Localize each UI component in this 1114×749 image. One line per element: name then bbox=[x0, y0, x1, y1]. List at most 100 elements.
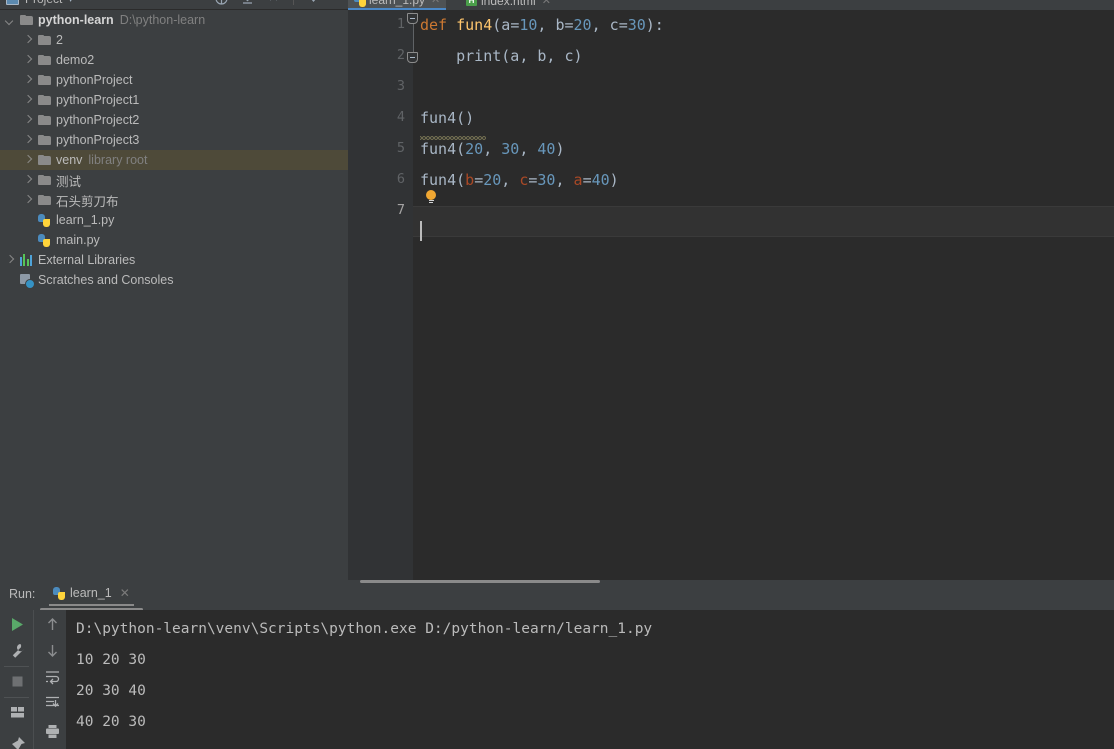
chevron-right-icon[interactable] bbox=[4, 255, 15, 266]
console-line: 10 20 30 bbox=[76, 652, 146, 668]
run-side-toolbar[interactable] bbox=[0, 610, 34, 749]
horizontal-scrollbar[interactable] bbox=[360, 580, 600, 583]
code-token: = bbox=[618, 16, 628, 34]
editor-tab-index[interactable]: H index.html ✕ bbox=[460, 0, 557, 10]
tree-item-scratches-and-consoles[interactable]: Scratches and Consoles bbox=[0, 270, 348, 290]
tree-item-2[interactable]: 2 bbox=[0, 30, 348, 50]
intention-bulb-icon[interactable] bbox=[426, 190, 437, 203]
stop-icon[interactable] bbox=[9, 673, 26, 690]
tree-item-label: main.py bbox=[56, 233, 100, 247]
tree-item-石头剪刀布[interactable]: 石头剪刀布 bbox=[0, 190, 348, 210]
chevron-right-icon[interactable] bbox=[22, 35, 33, 46]
code-text[interactable]: def fun4(a=10, b=20, c=30): print(a, b, … bbox=[420, 10, 1114, 580]
tree-item-venv[interactable]: venv library root bbox=[0, 150, 348, 170]
code-line[interactable]: fun4(b=20, c=30, a=40) bbox=[420, 165, 1114, 196]
run-panel-header: Run: learn_1 ✕ bbox=[0, 580, 1114, 611]
settings-wrench-icon[interactable] bbox=[9, 642, 26, 659]
tree-item-main-py[interactable]: main.py bbox=[0, 230, 348, 250]
folder-icon bbox=[38, 95, 51, 105]
print-icon[interactable] bbox=[44, 723, 61, 740]
code-line[interactable] bbox=[420, 196, 1114, 227]
code-token: print bbox=[456, 47, 502, 65]
run-side-toolbar-secondary[interactable] bbox=[35, 610, 66, 749]
code-line[interactable]: fun4(20, 30, 40) bbox=[420, 134, 1114, 165]
code-token: b bbox=[555, 16, 565, 34]
code-line[interactable] bbox=[420, 72, 1114, 103]
code-token: fun4( bbox=[420, 140, 466, 158]
run-tab-learn_1[interactable]: learn_1 ✕ bbox=[49, 584, 134, 606]
chevron-right-icon[interactable] bbox=[22, 115, 33, 126]
close-icon[interactable]: ✕ bbox=[120, 586, 130, 600]
code-token: a bbox=[501, 16, 511, 34]
folder-icon bbox=[38, 75, 51, 85]
editor-gutter[interactable]: 1 2 3 4 5 6 7 bbox=[348, 10, 413, 580]
layout-icon[interactable] bbox=[9, 704, 26, 721]
tree-item-external-libraries[interactable]: External Libraries bbox=[0, 250, 348, 270]
tree-item-python-learn[interactable]: python-learn D:\python-learn bbox=[0, 10, 348, 30]
console-output[interactable]: D:\python-learn\venv\Scripts\python.exe … bbox=[66, 610, 1114, 749]
soft-wrap-icon[interactable] bbox=[44, 669, 61, 686]
chevron-right-icon[interactable] bbox=[22, 75, 33, 86]
chevron-down-icon[interactable] bbox=[4, 15, 15, 26]
code-token: fun4() bbox=[420, 109, 475, 127]
tree-item-label: venv bbox=[56, 153, 83, 167]
editor-tab-learn_1[interactable]: learn_1.py ✕ bbox=[348, 0, 447, 10]
run-tab-label: learn_1 bbox=[70, 586, 112, 600]
tree-item-pythonproject[interactable]: pythonProject bbox=[0, 70, 348, 90]
collapse-all-icon[interactable] bbox=[267, 0, 280, 5]
code-line[interactable]: print(a, b, c) bbox=[420, 41, 1114, 72]
chevron-down-icon[interactable]: ▾ bbox=[68, 0, 73, 5]
line-number: 4 bbox=[396, 109, 405, 125]
console-line: 20 30 40 bbox=[76, 683, 146, 699]
chevron-right-icon[interactable] bbox=[22, 95, 33, 106]
tree-item-pythonproject1[interactable]: pythonProject1 bbox=[0, 90, 348, 110]
chevron-right-icon[interactable] bbox=[22, 135, 33, 146]
help-icon[interactable] bbox=[215, 0, 228, 5]
tree-item-demo2[interactable]: demo2 bbox=[0, 50, 348, 70]
scroll-to-end-icon[interactable] bbox=[44, 695, 61, 712]
fold-marker-icon[interactable] bbox=[407, 13, 418, 24]
chevron-right-icon[interactable] bbox=[22, 55, 33, 66]
code-token: 20 bbox=[465, 140, 484, 158]
code-line[interactable]: fun4() bbox=[420, 103, 1114, 134]
arrow-up-icon[interactable] bbox=[44, 616, 61, 633]
chevron-right-icon[interactable] bbox=[22, 175, 33, 186]
code-token: 10 bbox=[519, 16, 538, 34]
code-line[interactable]: def fun4(a=10, b=20, c=30): bbox=[420, 10, 1114, 41]
tree-item-label: pythonProject1 bbox=[56, 93, 140, 107]
arrow-down-icon[interactable] bbox=[44, 642, 61, 659]
tree-item-learn_1-py[interactable]: learn_1.py bbox=[0, 210, 348, 230]
close-icon[interactable]: ✕ bbox=[542, 0, 551, 7]
code-token: 40 bbox=[591, 171, 610, 189]
tree-item-label: pythonProject3 bbox=[56, 133, 140, 147]
editor-tab-bar: learn_1.py ✕ H index.html ✕ bbox=[348, 0, 1114, 10]
code-token: 40 bbox=[537, 140, 556, 158]
line-number: 7 bbox=[396, 202, 405, 218]
run-icon[interactable] bbox=[9, 616, 26, 633]
pin-icon[interactable] bbox=[9, 736, 26, 749]
tree-item-测试[interactable]: 测试 bbox=[0, 170, 348, 190]
project-tree[interactable]: python-learn D:\python-learn 2 demo2 pythonP… bbox=[0, 10, 348, 580]
folder-icon bbox=[38, 115, 51, 125]
chevron-right-icon[interactable] bbox=[22, 195, 33, 206]
chevron-right-icon[interactable] bbox=[22, 155, 33, 166]
fold-marker-icon[interactable] bbox=[407, 52, 418, 63]
line-number: 3 bbox=[396, 78, 405, 94]
branch-icon[interactable] bbox=[307, 0, 320, 5]
folder-icon bbox=[38, 175, 51, 185]
code-token: fun4( bbox=[420, 171, 466, 189]
code-token: = bbox=[564, 16, 574, 34]
project-tool-window-header[interactable]: Project ▾ bbox=[6, 0, 73, 6]
code-folding-column[interactable] bbox=[406, 10, 420, 580]
code-token: 20 bbox=[483, 171, 502, 189]
html-file-icon: H bbox=[466, 0, 477, 6]
download-icon[interactable] bbox=[241, 0, 254, 5]
tree-item-pythonproject2[interactable]: pythonProject2 bbox=[0, 110, 348, 130]
tree-item-pythonproject3[interactable]: pythonProject3 bbox=[0, 130, 348, 150]
code-token: , bbox=[501, 171, 520, 189]
folder-icon bbox=[20, 15, 33, 25]
code-token: = bbox=[510, 16, 520, 34]
close-icon[interactable]: ✕ bbox=[431, 0, 440, 6]
